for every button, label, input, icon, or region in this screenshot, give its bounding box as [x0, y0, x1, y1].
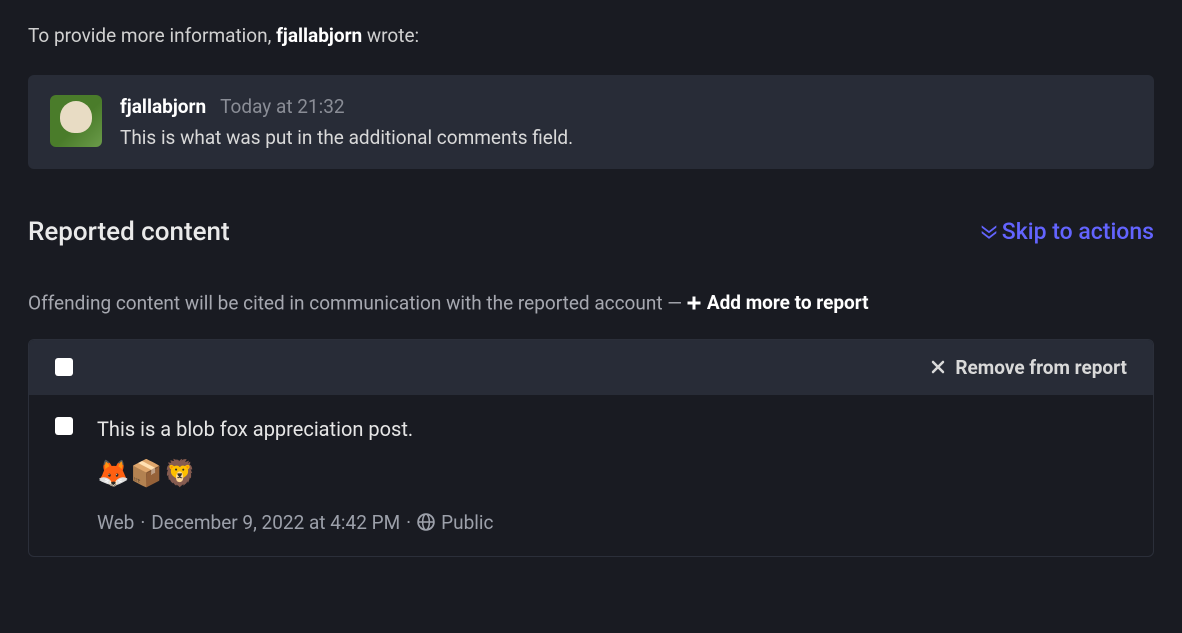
- section-title: Reported content: [28, 217, 230, 247]
- post-source: Web: [97, 511, 134, 534]
- intro-prefix: To provide more information,: [28, 24, 276, 47]
- intro-author: fjallabjorn: [276, 24, 362, 47]
- quote-timestamp: Today at 21:32: [220, 95, 344, 118]
- subheader-text: Offending content will be cited in commu…: [28, 292, 687, 315]
- chevron-double-down-icon: [980, 222, 998, 240]
- post-date: December 9, 2022 at 4:42 PM: [151, 511, 400, 534]
- meta-sep: ·: [140, 511, 145, 534]
- quote-body: fjallabjorn Today at 21:32 This is what …: [120, 95, 1132, 149]
- card-header-row: Remove from report: [29, 340, 1153, 395]
- section-header: Reported content Skip to actions: [28, 217, 1154, 247]
- intro-text: To provide more information, fjallabjorn…: [28, 24, 1154, 47]
- reported-content-card: Remove from report This is a blob fox ap…: [28, 339, 1154, 557]
- section-subheader: Offending content will be cited in commu…: [28, 291, 1154, 315]
- quote-header: fjallabjorn Today at 21:32: [120, 95, 1132, 118]
- post-visibility: Public: [441, 511, 493, 534]
- close-icon: [931, 360, 945, 374]
- meta-sep: ·: [406, 511, 411, 534]
- post-body: This is a blob fox appreciation post.: [97, 417, 1127, 441]
- avatar[interactable]: [50, 95, 102, 147]
- post-content: This is a blob fox appreciation post. 🦊📦…: [97, 417, 1127, 534]
- quote-text: This is what was put in the additional c…: [120, 126, 1132, 149]
- add-more-to-report-button[interactable]: Add more to report: [687, 291, 869, 314]
- card-body-row: This is a blob fox appreciation post. 🦊📦…: [29, 395, 1153, 556]
- quote-card: fjallabjorn Today at 21:32 This is what …: [28, 75, 1154, 169]
- plus-icon: [687, 296, 701, 310]
- globe-icon: [417, 513, 435, 531]
- remove-label: Remove from report: [955, 356, 1127, 379]
- intro-suffix: wrote:: [362, 24, 419, 47]
- quote-author[interactable]: fjallabjorn: [120, 95, 206, 118]
- remove-from-report-button[interactable]: Remove from report: [931, 356, 1127, 379]
- skip-to-actions-link[interactable]: Skip to actions: [980, 218, 1154, 245]
- skip-link-label: Skip to actions: [1002, 218, 1154, 245]
- select-all-checkbox[interactable]: [55, 358, 73, 376]
- post-meta: Web · December 9, 2022 at 4:42 PM · Publ…: [97, 511, 1127, 534]
- add-more-label: Add more to report: [707, 291, 869, 314]
- emoji-row: 🦊📦🦁: [97, 461, 1127, 487]
- post-checkbox[interactable]: [55, 417, 73, 435]
